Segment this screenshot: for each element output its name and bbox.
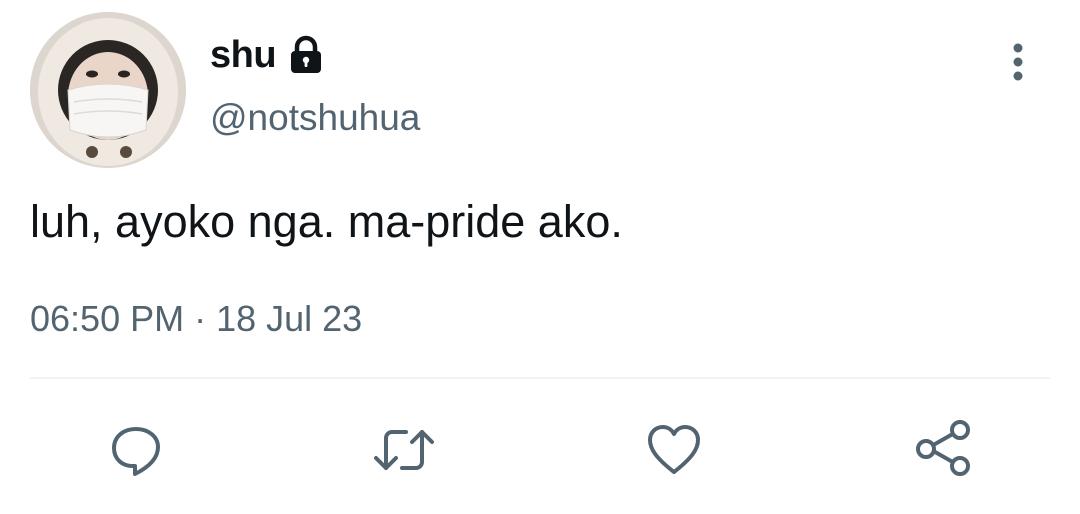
heart-icon <box>644 420 704 480</box>
share-icon <box>912 418 976 482</box>
share-button[interactable] <box>912 418 976 482</box>
more-vertical-icon <box>996 43 1040 88</box>
like-button[interactable] <box>642 418 706 482</box>
retweet-button[interactable] <box>372 418 436 482</box>
retweet-icon <box>372 418 436 482</box>
author-display-name[interactable]: shu <box>210 34 277 77</box>
reply-icon <box>106 420 166 480</box>
avatar[interactable] <box>30 12 186 168</box>
more-options-button[interactable] <box>996 40 1040 84</box>
lock-icon <box>286 35 326 75</box>
author-name-row[interactable]: shu <box>210 31 326 79</box>
tweet-text: luh, ayoko nga. ma-pride ako. <box>30 196 623 247</box>
author-handle[interactable]: @notshuhua <box>210 97 420 139</box>
reply-button[interactable] <box>104 418 168 482</box>
divider <box>30 377 1050 379</box>
tweet-timestamp[interactable]: 06:50 PM · 18 Jul 23 <box>30 298 362 340</box>
